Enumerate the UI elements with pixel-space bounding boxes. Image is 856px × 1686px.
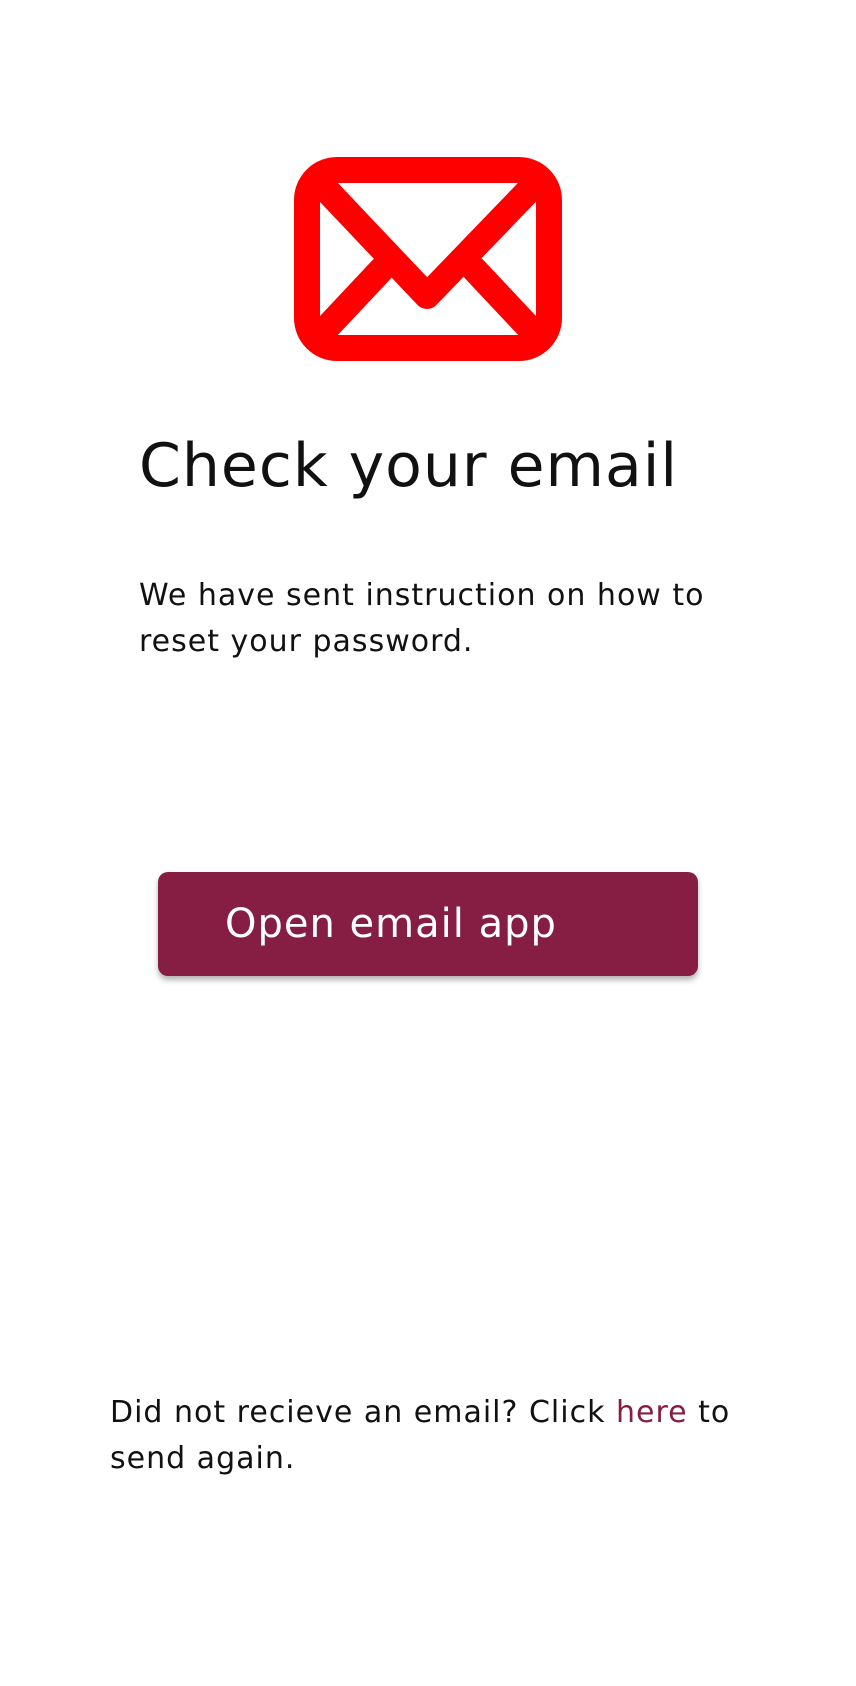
- resend-prefix: Did not recieve an email? Click: [110, 1395, 616, 1430]
- envelope-flap: [310, 173, 546, 309]
- envelope-icon: [294, 157, 562, 361]
- envelope-right-fold: [461, 256, 549, 348]
- open-email-app-button[interactable]: Open email app: [158, 872, 698, 976]
- page-title: Check your email: [139, 431, 679, 501]
- instruction-text: We have sent instruction on how to reset…: [139, 578, 705, 659]
- resend-link[interactable]: here: [616, 1395, 688, 1430]
- envelope-left-fold: [307, 256, 395, 348]
- resend-text: Did not recieve an email? Click here to …: [110, 1390, 750, 1482]
